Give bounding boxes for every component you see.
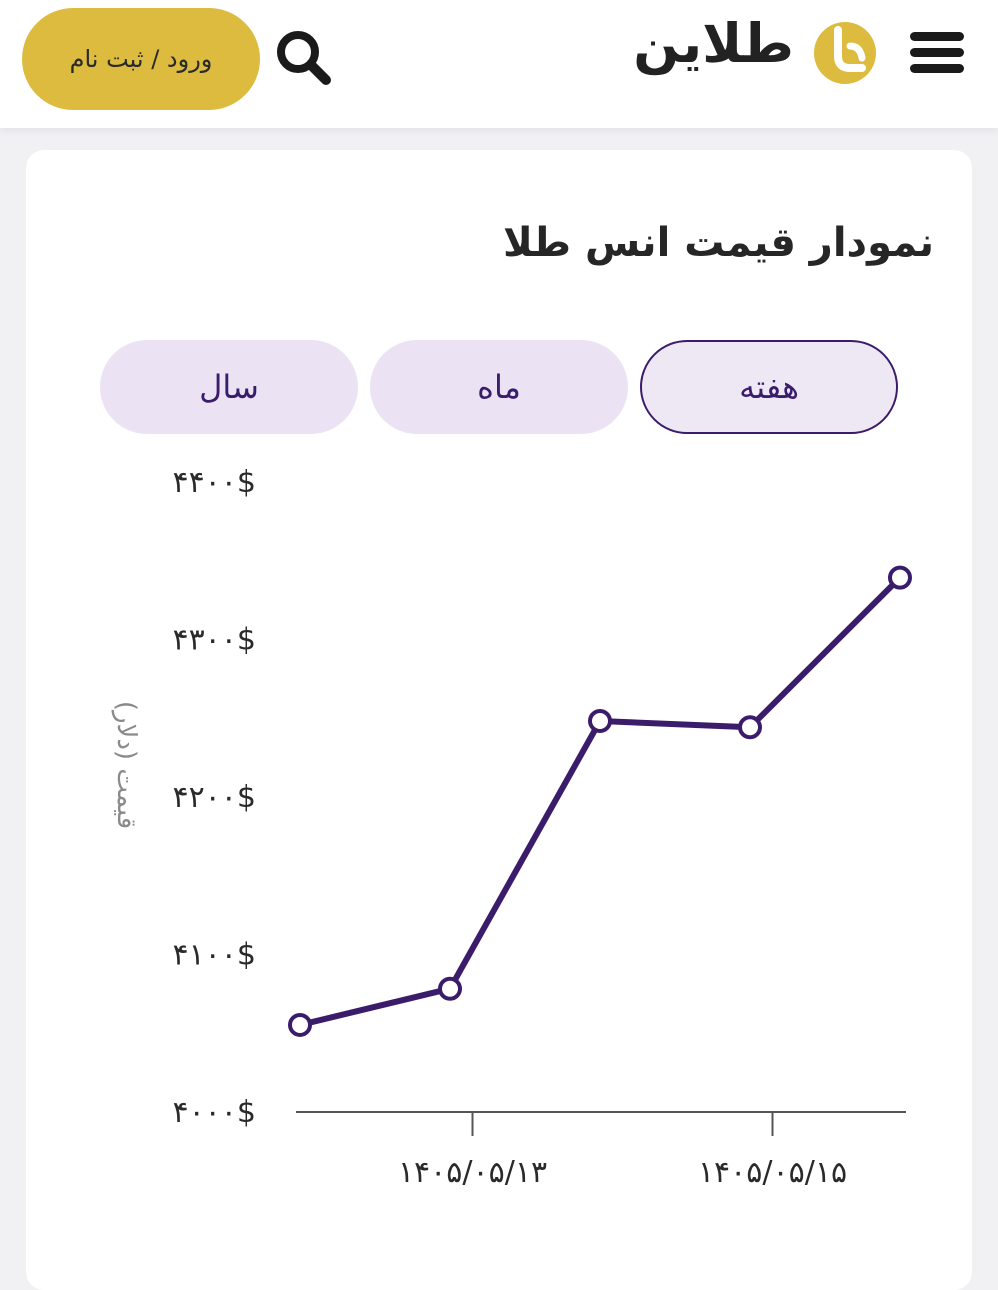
data-point <box>588 708 612 733</box>
price-line-chart: ۴۴۰۰$ ۴۳۰۰$ ۴۲۰۰$ ۴۱۰۰$ ۴۰۰۰$ قیمت (دلار) ۱۴۰۵… <box>111 465 912 1190</box>
tab-year[interactable]: سال <box>100 340 358 434</box>
brand-logo[interactable]: طلاین <box>633 10 886 94</box>
data-point <box>738 715 762 740</box>
logo-text: طلاین <box>633 12 795 75</box>
series-line <box>297 574 903 1028</box>
y-tick-label: ۴۲۰۰$ <box>172 780 256 815</box>
y-axis-title: قیمت (دلار) <box>111 701 141 829</box>
tab-week[interactable]: هفته <box>640 340 898 434</box>
login-register-button[interactable]: ورود / ثبت نام <box>22 8 260 110</box>
y-tick-label: ۴۰۰۰$ <box>172 1095 256 1130</box>
gold-ounce-chart-card: نمودار قیمت انس طلا هفته ماه سال ۴۴۰۰$ ۴۳… <box>26 150 972 1290</box>
talain-logo-mark <box>814 22 876 84</box>
y-tick-label: ۴۴۰۰$ <box>172 465 256 500</box>
search-icon[interactable] <box>272 26 336 90</box>
hamburger-menu-icon[interactable] <box>906 30 968 76</box>
data-point <box>888 565 912 590</box>
x-tick-label: ۱۴۰۵/۰۵/۱۵ <box>698 1155 847 1190</box>
period-tabs: هفته ماه سال <box>100 340 900 436</box>
tab-month[interactable]: ماه <box>370 340 628 434</box>
x-tick-label: ۱۴۰۵/۰۵/۱۳ <box>398 1155 547 1190</box>
data-point <box>288 1012 312 1037</box>
card-title: نمودار قیمت انس طلا <box>503 220 934 266</box>
data-point <box>438 976 462 1001</box>
y-tick-label: ۴۳۰۰$ <box>172 623 256 658</box>
top-header: طلاین ورود / ثبت نام <box>0 0 998 128</box>
y-tick-label: ۴۱۰۰$ <box>172 938 256 973</box>
